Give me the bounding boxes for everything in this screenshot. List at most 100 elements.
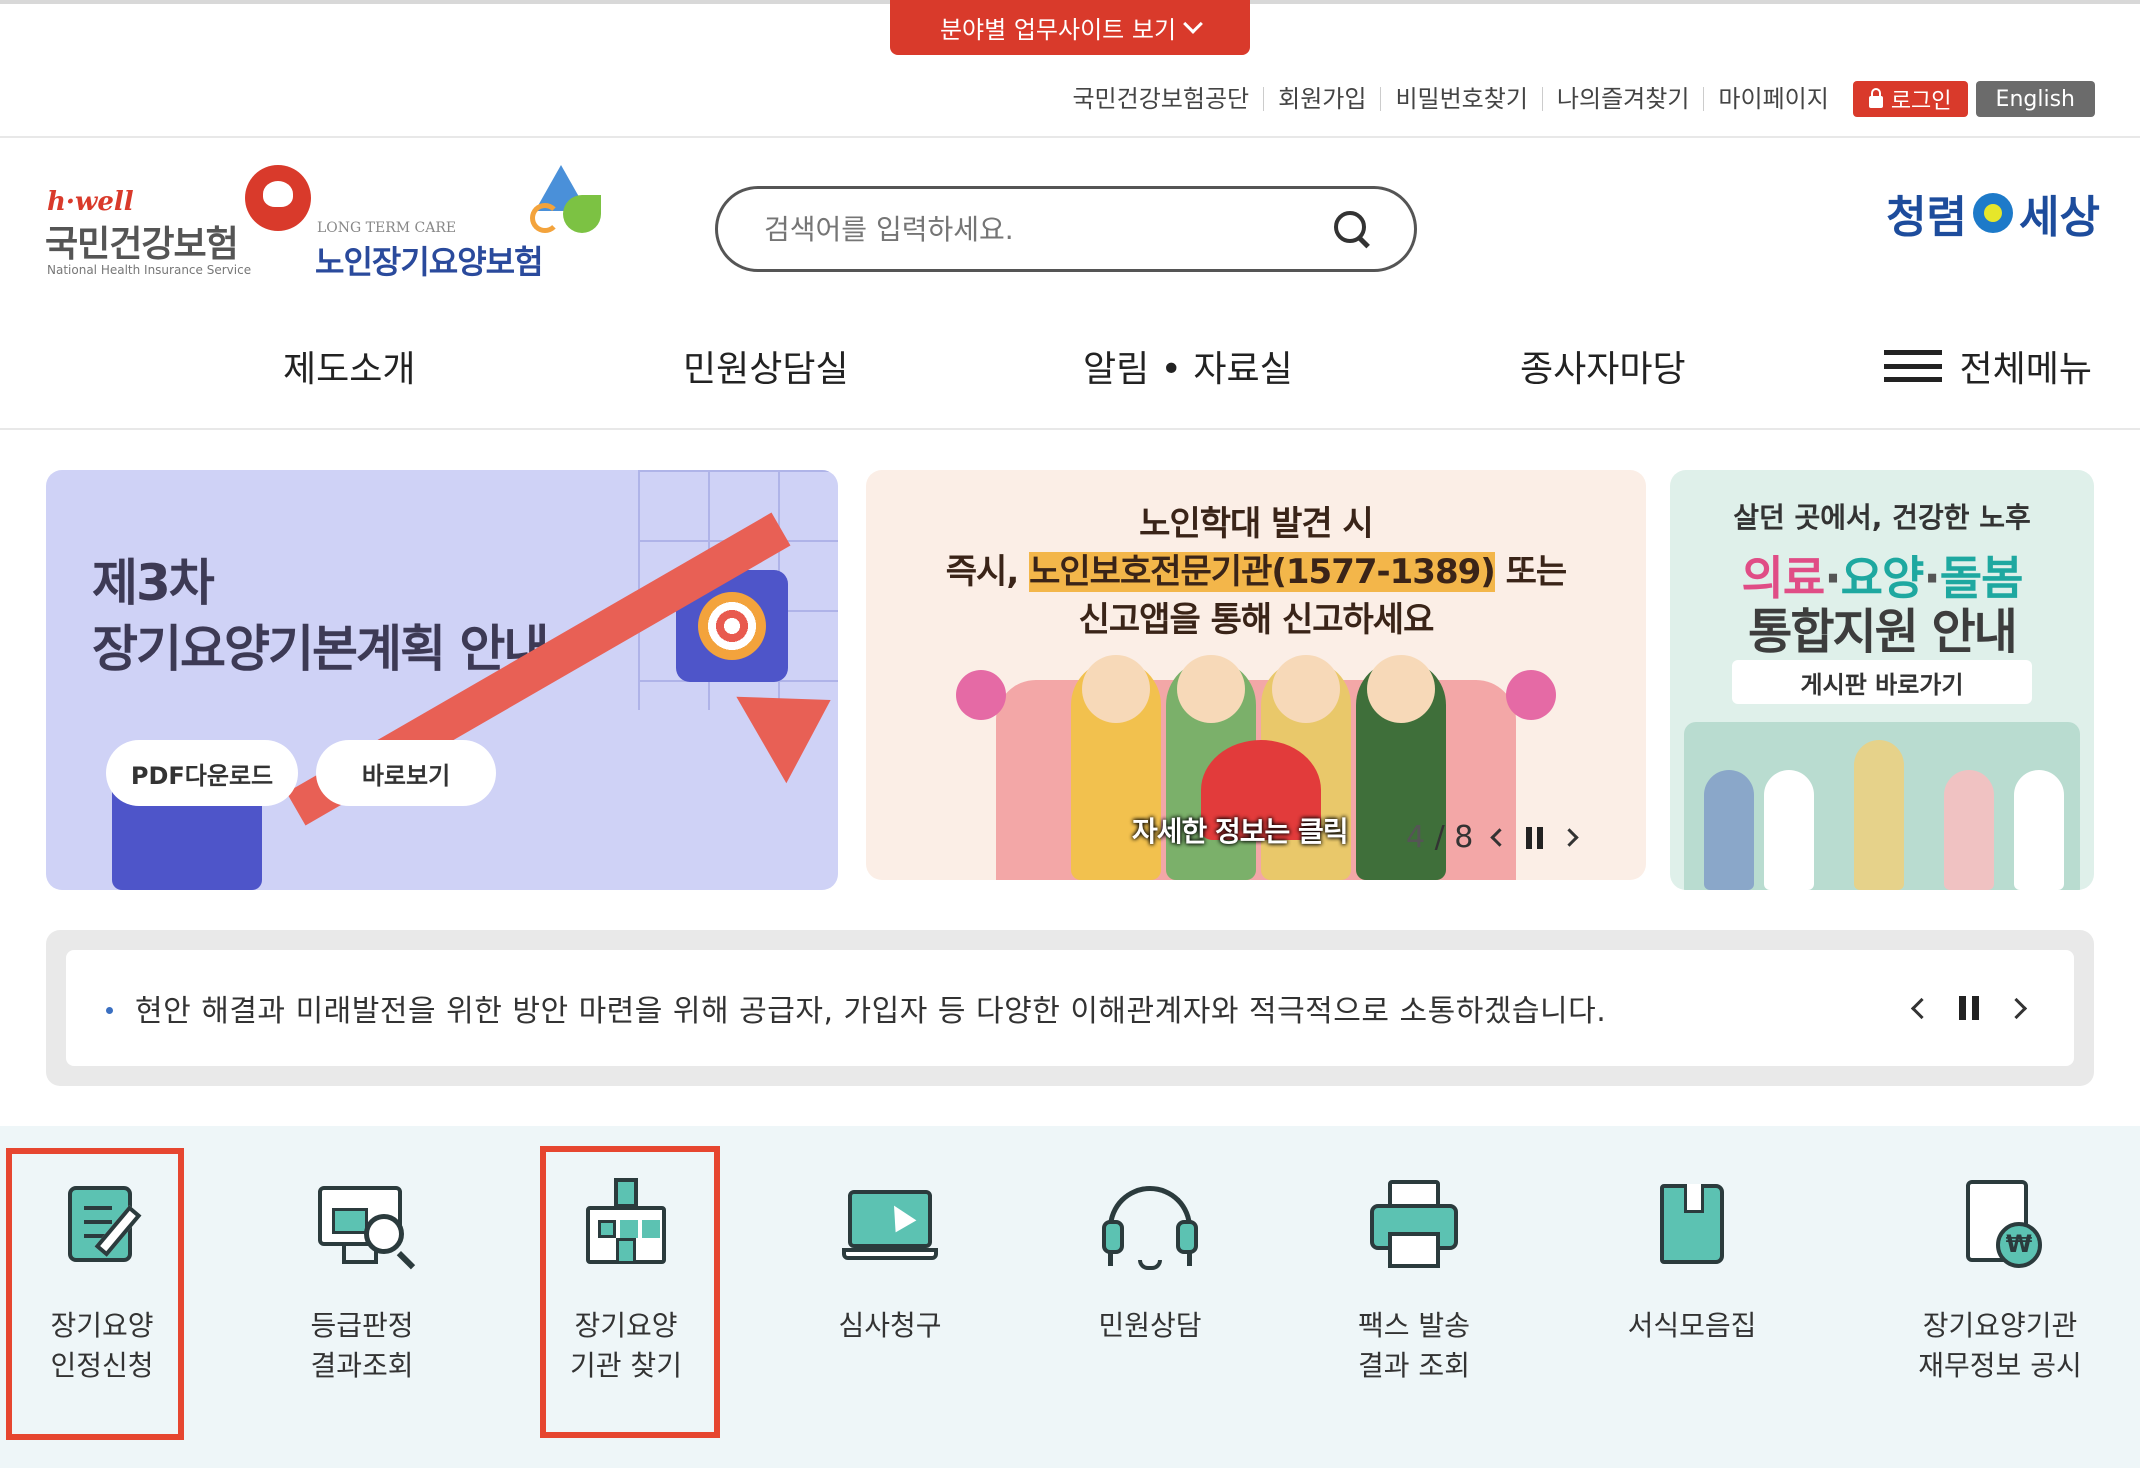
nhis-logo[interactable]: h·well 국민건강보험 National Health Insurance … xyxy=(45,165,315,285)
finance-document-icon xyxy=(1952,1176,2048,1272)
util-link-nhis[interactable]: 국민건강보험공단 xyxy=(1058,87,1263,111)
book-shape xyxy=(1660,1184,1724,1264)
lock-icon xyxy=(1868,87,1883,108)
pause-icon[interactable] xyxy=(1526,826,1544,849)
quick-financial-disclosure[interactable]: 장기요양기관 재무정보 공시 xyxy=(1890,1146,2110,1406)
leaf-logo-icon xyxy=(563,195,601,233)
nav-notice-data[interactable]: 알림 • 자료실 xyxy=(1083,340,1293,392)
notice-panel: 현안 해결과 미래발전을 위한 방안 마련을 위해 공급자, 가입자 등 다양한… xyxy=(66,950,2074,1066)
all-menu-button[interactable]: 전체메뉴 xyxy=(1883,340,2092,392)
chevron-right-icon[interactable] xyxy=(1560,828,1580,847)
search-input[interactable] xyxy=(764,212,1330,246)
face-illustration xyxy=(1177,655,1245,723)
fax-paper-shape xyxy=(1388,1232,1440,1268)
notice-text[interactable]: 현안 해결과 미래발전을 위한 방안 마련을 위해 공급자, 가입자 등 다양한… xyxy=(135,986,1914,1030)
pager-separator: / xyxy=(1434,820,1445,855)
quick-label: 등급판정 결과조회 xyxy=(310,1309,414,1382)
face-illustration xyxy=(1082,655,1150,723)
clean-world-logo: 청렴 세상 xyxy=(1850,178,2100,248)
chevron-left-icon[interactable] xyxy=(1490,828,1510,847)
flower-illustration xyxy=(956,670,1006,720)
pager-current: 4 xyxy=(1406,820,1426,855)
person-illustration xyxy=(1944,770,1994,890)
banner-pager: 4 / 8 xyxy=(1406,820,1580,855)
face-illustration xyxy=(1272,655,1340,723)
pdf-download-button[interactable]: PDF다운로드 xyxy=(106,740,298,806)
utility-links: 국민건강보험공단 회원가입 비밀번호찾기 나의즐겨찾기 마이페이지 로그인 En… xyxy=(1058,80,2095,118)
english-button[interactable]: English xyxy=(1975,81,2095,117)
util-link-signup[interactable]: 회원가입 xyxy=(1263,87,1380,111)
person-illustration xyxy=(1764,770,1814,890)
quick-menu: 장기요양 인정신청 등급판정 결과조회 장기요양 기관 찾기 심사청구 민원상담… xyxy=(0,1126,2140,1468)
chevron-right-icon[interactable] xyxy=(2005,997,2028,1019)
notice-bar: 현안 해결과 미래발전을 위한 방안 마련을 위해 공급자, 가입자 등 다양한… xyxy=(46,930,2094,1086)
banner-care-plan[interactable]: 제3차 장기요양기본계획 안내 PDF다운로드 바로보기 xyxy=(46,470,838,890)
site-toggle-label: 분야별 업무사이트 보기 xyxy=(939,16,1177,44)
screen-shape xyxy=(332,1208,368,1234)
quick-review-request[interactable]: 심사청구 xyxy=(780,1146,1000,1406)
quick-form-collection[interactable]: 서식모음집 xyxy=(1582,1146,1802,1406)
main-navigation: 제도소개 민원상담실 알림 • 자료실 종사자마당 전체메뉴 xyxy=(0,320,2140,410)
banner-title-line: 제3차 xyxy=(92,554,215,612)
highlight-box xyxy=(540,1146,720,1438)
headset-icon xyxy=(1102,1176,1198,1272)
hotline-highlight: 노인보호전문기관(1577-1389) xyxy=(1029,552,1496,592)
globe-logo-icon xyxy=(1973,193,2014,233)
chevron-left-icon[interactable] xyxy=(1910,997,1933,1019)
all-menu-label: 전체메뉴 xyxy=(1959,349,2092,390)
divider xyxy=(0,428,2140,430)
login-button[interactable]: 로그인 xyxy=(1852,81,1968,117)
banner-title: 통합지원 안내 xyxy=(1748,604,2018,660)
banner-integrated-support[interactable]: 살던 곳에서, 건강한 노후 의료·요양·돌봄 통합지원 안내 게시판 바로가기 xyxy=(1670,470,2094,890)
ltc-logo[interactable]: LONG TERM CARE 노인장기요양보험 xyxy=(315,165,605,285)
person-illustration xyxy=(1854,740,1904,890)
pause-icon[interactable] xyxy=(1959,996,1979,1020)
swirl-logo-icon xyxy=(530,203,560,233)
util-link-find-password[interactable]: 비밀번호찾기 xyxy=(1380,87,1541,111)
face-illustration xyxy=(1367,655,1435,723)
ear-cup-shape xyxy=(1102,1220,1124,1254)
quick-label: 심사청구 xyxy=(838,1309,942,1342)
clean-logo-right: 세상 xyxy=(2019,192,2100,243)
board-shortcut-button[interactable]: 게시판 바로가기 xyxy=(1732,660,2032,704)
quick-label: 장기요양기관 재무정보 공시 xyxy=(1918,1309,2082,1382)
banner-subtitle: 살던 곳에서, 건강한 노후 xyxy=(1733,501,2031,534)
banner-title-line: 노인학대 발견 시 xyxy=(1139,504,1374,544)
banner-title-line: 장기요양기본계획 안내 xyxy=(92,620,549,678)
notice-controls xyxy=(1910,996,2028,1020)
util-link-mypage[interactable]: 마이페이지 xyxy=(1703,87,1842,111)
ear-cup-shape xyxy=(1176,1220,1198,1254)
lens-shape xyxy=(364,1214,404,1254)
person-illustration xyxy=(2014,770,2064,890)
quick-civil-consult[interactable]: 민원상담 xyxy=(1040,1146,1260,1406)
ltc-small-text: LONG TERM CARE xyxy=(317,220,457,236)
search-box xyxy=(715,186,1417,272)
laptop-cursor-icon xyxy=(842,1176,938,1272)
pager-indicator: 4 / 8 xyxy=(1406,820,1473,855)
title-text: 또는 xyxy=(1494,552,1568,592)
detail-click-text[interactable]: 자세한 정보는 클릭 xyxy=(1132,810,1349,850)
ltc-name: 노인장기요양보험 xyxy=(315,243,544,281)
mouth-shape xyxy=(1138,1260,1162,1270)
quick-fax-result[interactable]: 팩스 발송 결과 조회 xyxy=(1304,1146,1524,1406)
view-button[interactable]: 바로보기 xyxy=(316,740,496,806)
pager-total: 8 xyxy=(1454,820,1474,855)
quick-label: 팩스 발송 결과 조회 xyxy=(1358,1309,1470,1382)
banner-elder-abuse[interactable]: 노인학대 발견 시 즉시, 노인보호전문기관(1577-1389) 또는 신고앱… xyxy=(866,470,1646,880)
nav-civil-counsel[interactable]: 민원상담실 xyxy=(683,340,849,392)
nhis-brand-text: h·well xyxy=(47,187,134,217)
divider xyxy=(0,136,2140,138)
heart-logo-icon xyxy=(245,165,311,231)
banner-title-line: 즉시, 노인보호전문기관(1577-1389) 또는 xyxy=(866,548,1646,596)
util-link-favorites[interactable]: 나의즐겨찾기 xyxy=(1541,87,1703,111)
login-label: 로그인 xyxy=(1890,89,1952,114)
nav-worker-plaza[interactable]: 종사자마당 xyxy=(1520,340,1686,392)
fax-icon xyxy=(1366,1176,1462,1272)
field-site-toggle-button[interactable]: 분야별 업무사이트 보기 xyxy=(890,0,1250,55)
bullet-icon xyxy=(106,1006,113,1014)
nav-system-intro[interactable]: 제도소개 xyxy=(283,340,415,392)
search-icon[interactable] xyxy=(1330,207,1374,251)
chevron-down-icon xyxy=(1183,13,1203,34)
quick-grade-result[interactable]: 등급판정 결과조회 xyxy=(252,1146,472,1406)
person-illustration xyxy=(1704,770,1754,890)
